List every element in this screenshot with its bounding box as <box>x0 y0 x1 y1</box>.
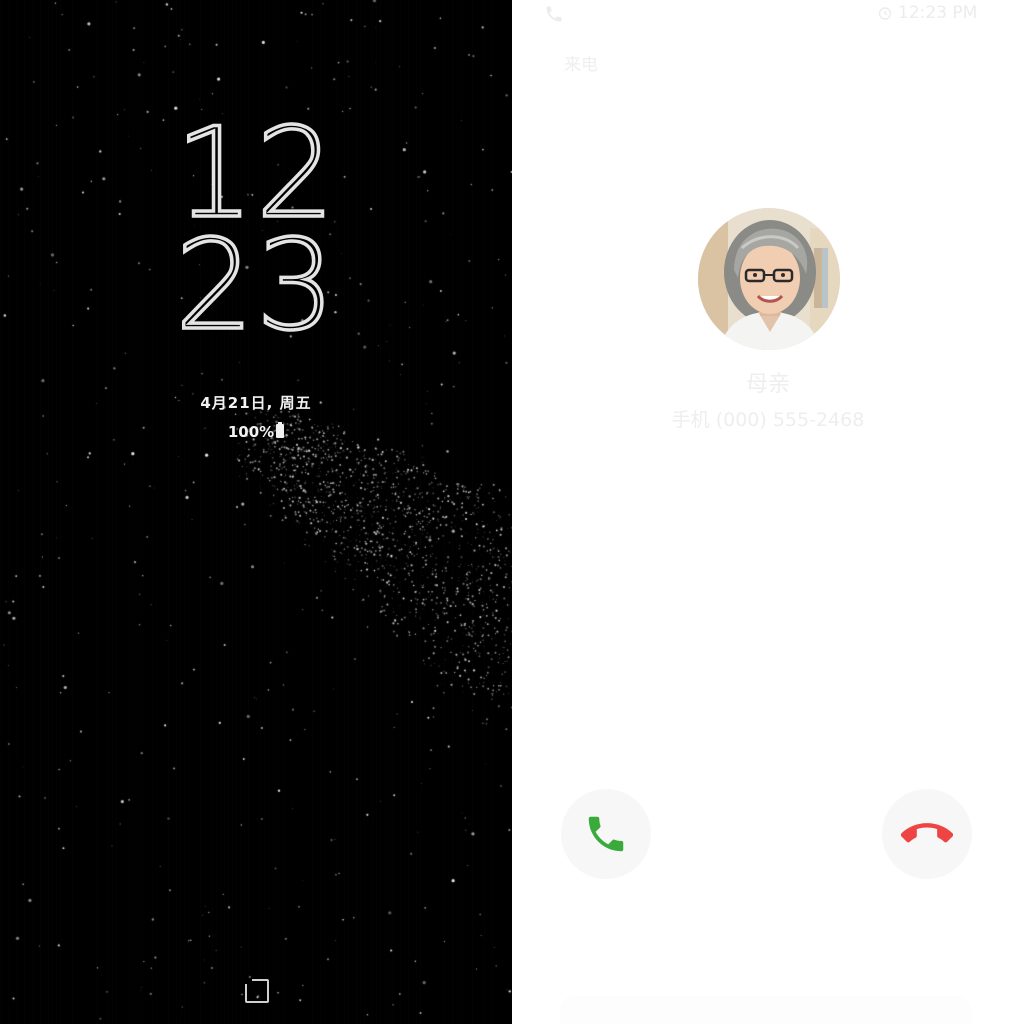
battery-percent: 100% <box>227 423 275 441</box>
call-icon <box>546 6 562 22</box>
caller-name: 母亲 <box>745 372 790 397</box>
always-on-display: 12 23 4月21日, 周五 100% <box>0 0 512 1024</box>
phone-decline-icon <box>901 823 953 843</box>
aod-date: 4月21日, 周五 <box>200 394 312 412</box>
aod-clock: 12 23 <box>0 110 512 358</box>
incoming-call-screen: 12:23 PM 来电 母亲 手机 (000) 555-2468 <box>512 0 1024 1024</box>
accept-call-button[interactable] <box>561 789 651 879</box>
aod-battery-status: 100% <box>0 422 512 441</box>
home-key-icon[interactable] <box>244 978 269 1003</box>
status-time: 12:23 PM <box>898 3 978 23</box>
screen: 12 23 4月21日, 周五 100% 12:23 PM 来电 母亲 手机 (… <box>0 0 1024 1024</box>
phone-accept-icon <box>588 816 624 852</box>
bottom-reject-message-strip[interactable] <box>560 996 972 1024</box>
decline-call-button[interactable] <box>882 789 972 879</box>
clock-minute: 23 <box>173 214 337 358</box>
battery-full-icon <box>276 422 285 438</box>
alarm-icon <box>878 7 892 20</box>
call-header-label: 来电 <box>564 55 598 75</box>
status-bar: 12:23 PM <box>512 0 1024 30</box>
caller-avatar <box>698 208 840 350</box>
caller-number: 手机 (000) 555-2468 <box>671 409 865 431</box>
